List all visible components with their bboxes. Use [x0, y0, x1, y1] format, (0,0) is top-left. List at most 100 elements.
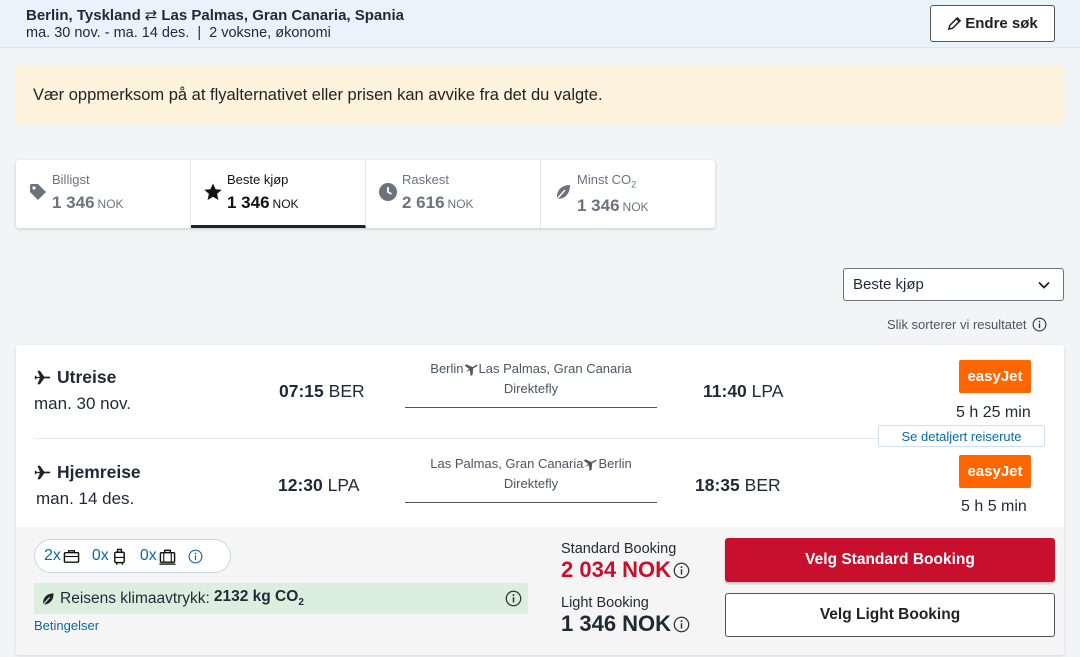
light-price-value: 1 346 NOK	[561, 611, 672, 636]
airline-logo: easyJet	[959, 455, 1031, 488]
tab-label-subscript: 2	[631, 179, 637, 190]
arrival-time: 18:35	[695, 475, 740, 495]
route-cities: Las Palmas, Gran Canaria Berlin	[405, 456, 657, 471]
checked-bag-count: 0x	[139, 547, 157, 564]
outbound-route: Berlin Las Palmas, Gran Canaria Direktef…	[405, 361, 657, 396]
co2-label: Reisens klimaavtrykk:	[60, 589, 210, 607]
standard-price: 2 034 NOK	[561, 557, 690, 583]
tab-label-text: Minst CO	[577, 172, 632, 187]
chevron-down-icon	[1038, 281, 1050, 289]
detailed-itinerary-link[interactable]: Se detaljert reiserute	[878, 425, 1045, 447]
info-icon[interactable]	[673, 616, 690, 633]
star-icon	[204, 183, 222, 200]
info-icon[interactable]	[188, 549, 203, 564]
select-light-booking-button[interactable]: Velg Light Booking	[725, 593, 1055, 637]
leaf-icon	[42, 592, 54, 605]
plane-icon	[34, 370, 51, 385]
return-arrival: 18:35 BER	[695, 475, 781, 496]
route-summary: Berlin, Tyskland ⇄ Las Palmas, Gran Canari…	[26, 6, 404, 24]
return-title: Hjemreise	[34, 462, 141, 483]
edit-search-button[interactable]: Endre søk	[930, 5, 1055, 42]
suitcase-icon	[159, 549, 176, 565]
edit-search-label: Endre søk	[965, 15, 1038, 32]
return-date: man. 14 des.	[36, 489, 135, 508]
personal-item-count: 2x	[44, 547, 61, 564]
departure-time: 12:30	[278, 475, 323, 495]
outbound-arrival: 11:40 LPA	[703, 381, 783, 402]
warning-text: Vær oppmerksom på at flyalternativet ell…	[33, 85, 603, 104]
departure-airport: BER	[328, 381, 365, 401]
return-departure: 12:30 LPA	[278, 475, 359, 496]
route-from-city: Berlin	[430, 361, 464, 376]
flight-duration: 5 h 25 min	[956, 404, 1031, 421]
tab-label: Minst CO2	[577, 172, 715, 190]
tab-currency: NOK	[447, 197, 474, 211]
swap-arrows-icon: ⇄	[144, 7, 158, 24]
info-icon[interactable]	[673, 562, 690, 579]
return-leg: Hjemreise man. 14 des. 12:30 LPA Las Pal…	[34, 438, 1046, 532]
return-title-text: Hjemreise	[57, 462, 141, 482]
conditions-link[interactable]: Betingelser	[34, 618, 99, 633]
flight-result-card[interactable]: Utreise man. 30 nov. 07:15 BER Berlin La…	[16, 345, 1064, 655]
cabin-bag-icon	[113, 548, 125, 565]
co2-value: 2132 kg CO2	[214, 588, 304, 608]
tab-label: Raskest	[402, 172, 449, 187]
route-cities: Berlin Las Palmas, Gran Canaria	[405, 361, 657, 376]
checked-bag: 0x	[140, 547, 176, 565]
tab-label: Beste kjøp	[227, 172, 289, 187]
pencil-icon	[948, 16, 962, 31]
airline-logo: easyJet	[959, 360, 1031, 393]
tab-cheapest[interactable]: Billigst 1 346 NOK	[16, 160, 191, 228]
tab-price: 2 616 NOK	[402, 193, 540, 213]
return-route: Las Palmas, Gran Canaria Berlin Direktef…	[405, 456, 657, 491]
tab-price-value: 1 346	[52, 193, 95, 212]
info-icon[interactable]	[505, 590, 522, 607]
light-price-block: Light Booking 1 346 NOK	[561, 595, 690, 637]
booking-options: 2x 0x 0x Reisens klimaavtrykk: 2132 kg C…	[16, 527, 1064, 655]
tab-label: Billigst	[52, 172, 90, 187]
tab-least-co2[interactable]: Minst CO2 1 346 NOK	[541, 160, 715, 228]
tab-currency: NOK	[622, 199, 649, 214]
stops-info: Direktefly	[503, 476, 559, 491]
light-price: 1 346 NOK	[561, 611, 690, 637]
sort-dropdown[interactable]: Beste kjøp	[843, 268, 1064, 301]
baggage-summary[interactable]: 2x 0x 0x	[34, 539, 231, 573]
sort-info-link[interactable]: Slik sorterer vi resultatet	[887, 317, 1047, 332]
tab-currency: NOK	[97, 197, 124, 211]
trip-dates: ma. 30 nov. - ma. 14 des.	[26, 25, 190, 41]
standard-price-value: 2 034 NOK	[561, 557, 672, 582]
tab-currency: NOK	[272, 197, 299, 211]
sort-selected-value: Beste kjøp	[853, 276, 924, 293]
separator: |	[197, 25, 202, 41]
tab-best-buy[interactable]: Beste kjøp 1 346 NOK	[191, 160, 366, 228]
outbound-date: man. 30 nov.	[34, 394, 132, 413]
departure-airport: LPA	[327, 475, 360, 495]
light-booking-label: Light Booking	[561, 595, 649, 611]
route-from-city: Las Palmas, Gran Canaria	[430, 456, 584, 471]
arrival-airport: BER	[744, 475, 781, 495]
route-to-city: Berlin	[598, 456, 632, 471]
tab-price: 1 346 NOK	[52, 193, 190, 213]
cabin-bag-count: 0x	[91, 547, 109, 564]
departure-time: 07:15	[279, 381, 324, 401]
co2-subscript: 2	[298, 597, 304, 609]
outbound-departure: 07:15 BER	[279, 381, 365, 402]
search-summary-header: Berlin, Tyskland ⇄ Las Palmas, Gran Canari…	[0, 0, 1080, 48]
outbound-title: Utreise	[34, 367, 116, 388]
tab-price: 1 346 NOK	[577, 196, 715, 216]
select-standard-booking-button[interactable]: Velg Standard Booking	[725, 538, 1055, 582]
briefcase-icon	[63, 549, 80, 563]
tab-fastest[interactable]: Raskest 2 616 NOK	[366, 160, 541, 228]
standard-price-block: Standard Booking 2 034 NOK	[561, 541, 690, 583]
tag-icon	[30, 184, 46, 200]
arrival-airport: LPA	[751, 381, 784, 401]
leaf-icon	[556, 185, 570, 200]
tab-price: 1 346 NOK	[227, 193, 365, 213]
trip-travellers: 2 voksne, økonomi	[209, 25, 331, 41]
route-line	[405, 502, 657, 503]
tab-price-value: 1 346	[227, 193, 270, 212]
tab-price-value: 1 346	[577, 195, 620, 215]
flight-duration: 5 h 5 min	[961, 498, 1027, 515]
co2-value-text: 2132 kg CO	[213, 588, 299, 606]
trip-details: ma. 30 nov. - ma. 14 des. | 2 voksne, økon…	[26, 25, 331, 41]
